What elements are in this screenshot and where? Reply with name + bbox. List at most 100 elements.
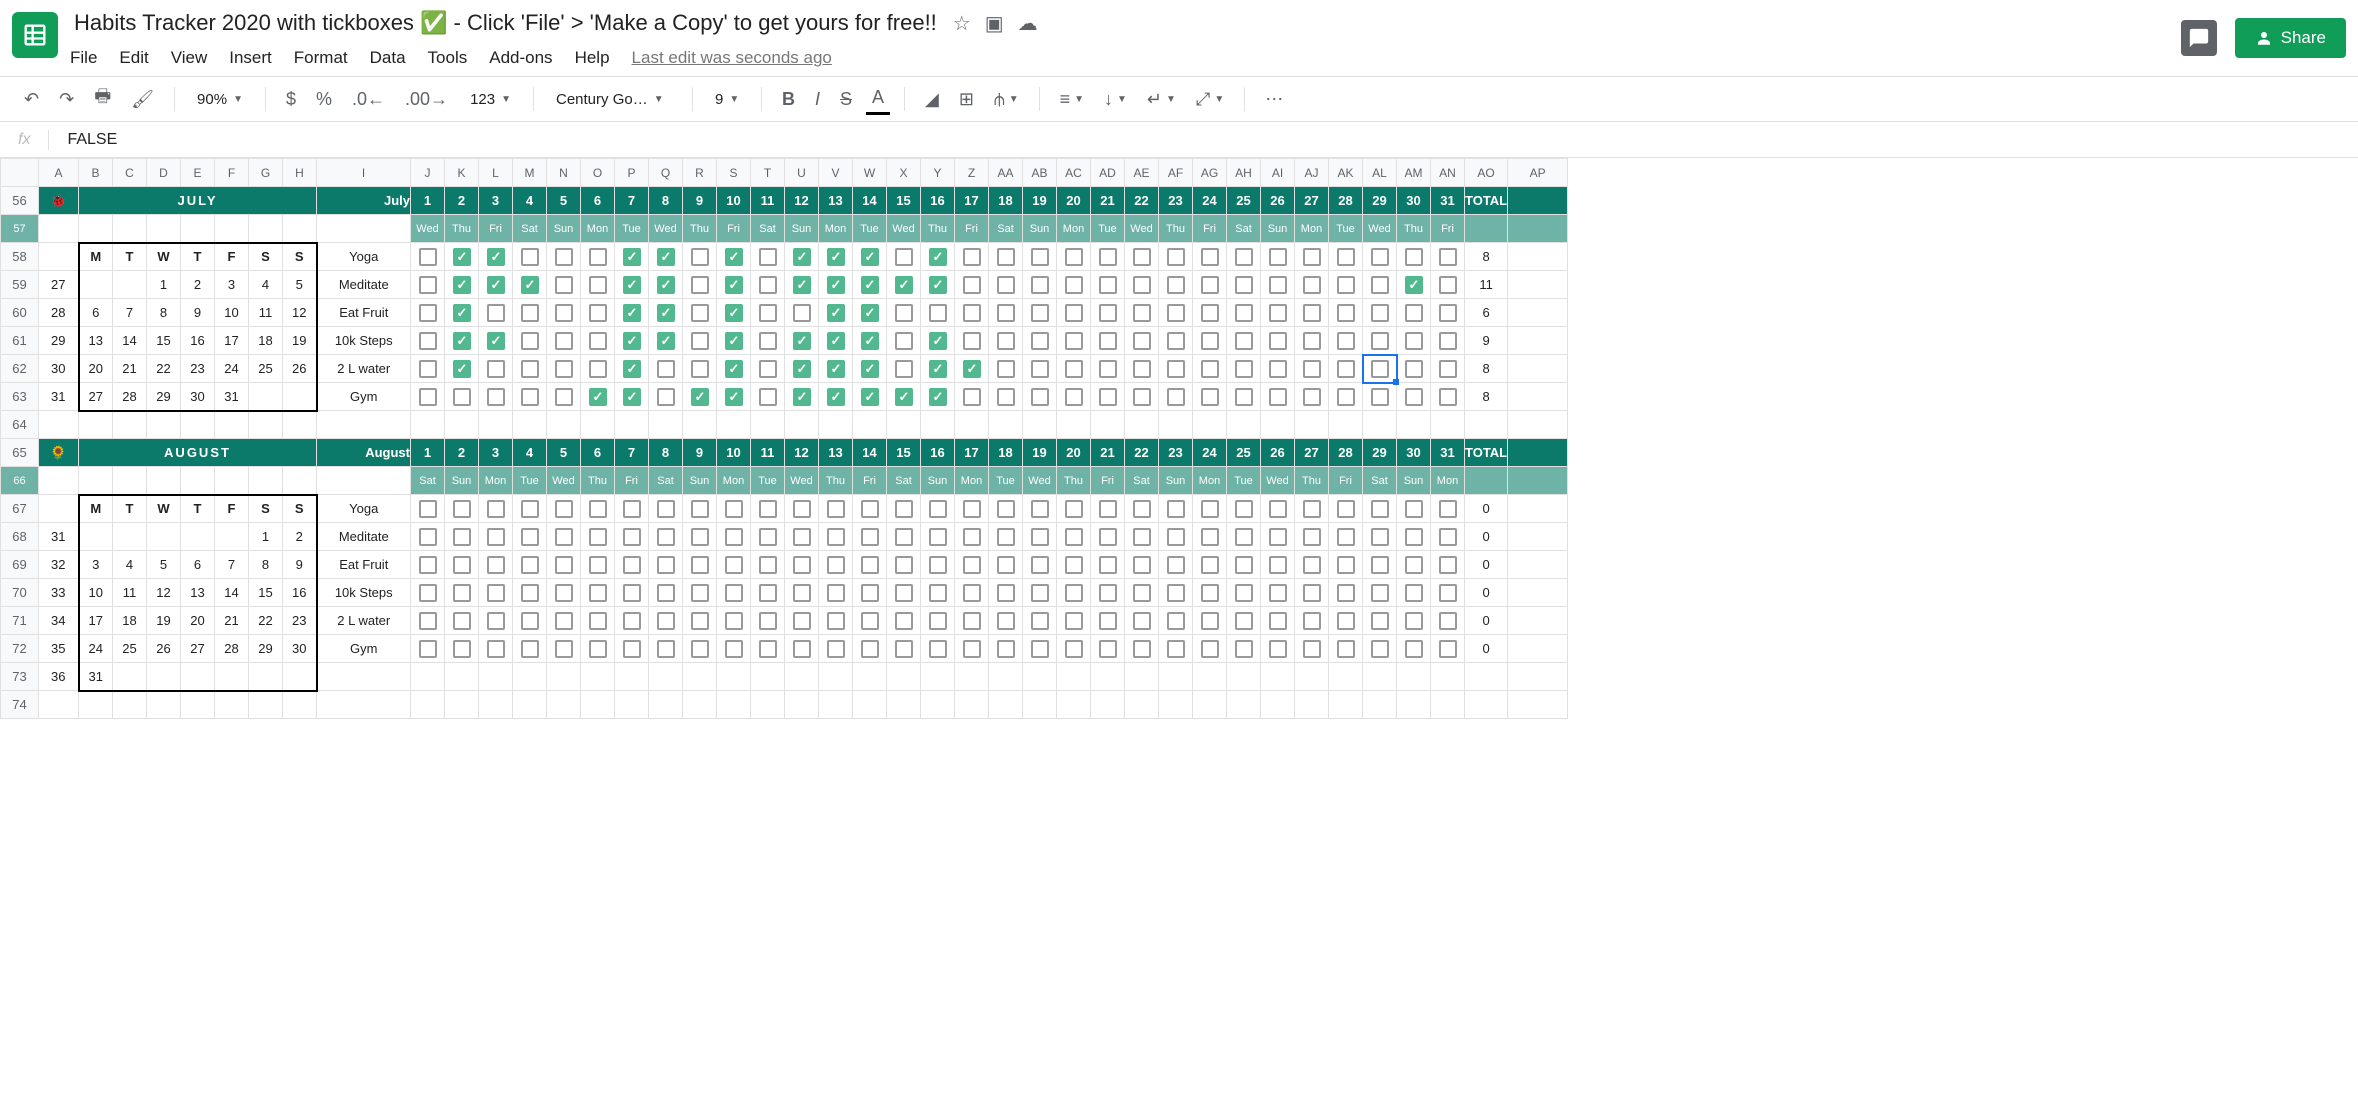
day-of-week[interactable]: Fri bbox=[1431, 215, 1465, 243]
checkbox[interactable] bbox=[1269, 248, 1287, 266]
cal-day[interactable]: 19 bbox=[283, 327, 317, 355]
day-number[interactable]: 3 bbox=[479, 439, 513, 467]
habit-checkbox-cell[interactable] bbox=[1159, 327, 1193, 355]
habit-checkbox-cell[interactable] bbox=[989, 495, 1023, 523]
cell[interactable] bbox=[283, 467, 317, 495]
checkbox[interactable] bbox=[997, 640, 1015, 658]
habit-checkbox-cell[interactable] bbox=[683, 243, 717, 271]
checkbox[interactable] bbox=[827, 528, 845, 546]
cal-day[interactable]: 28 bbox=[215, 635, 249, 663]
cell[interactable] bbox=[1508, 187, 1568, 215]
habit-checkbox-cell[interactable] bbox=[785, 383, 819, 411]
cal-day[interactable]: 21 bbox=[113, 355, 147, 383]
day-number[interactable]: 15 bbox=[887, 439, 921, 467]
habit-checkbox-cell[interactable] bbox=[1295, 551, 1329, 579]
habit-checkbox-cell[interactable] bbox=[1091, 635, 1125, 663]
row-header[interactable]: 72 bbox=[1, 635, 39, 663]
checkbox[interactable] bbox=[997, 304, 1015, 322]
habit-checkbox-cell[interactable] bbox=[887, 299, 921, 327]
checkbox[interactable] bbox=[1201, 500, 1219, 518]
checkbox[interactable] bbox=[691, 640, 709, 658]
column-header[interactable]: A bbox=[39, 159, 79, 187]
week-number[interactable]: 32 bbox=[39, 551, 79, 579]
cal-day[interactable] bbox=[249, 383, 283, 411]
habit-checkbox-cell[interactable] bbox=[921, 495, 955, 523]
checkbox[interactable] bbox=[691, 612, 709, 630]
checkbox[interactable] bbox=[997, 528, 1015, 546]
cell[interactable] bbox=[853, 663, 887, 691]
day-of-week[interactable]: Sat bbox=[1125, 467, 1159, 495]
habit-checkbox-cell[interactable] bbox=[513, 607, 547, 635]
cell[interactable] bbox=[955, 663, 989, 691]
cell[interactable] bbox=[39, 243, 79, 271]
cal-day[interactable]: 29 bbox=[249, 635, 283, 663]
cal-day[interactable] bbox=[249, 663, 283, 691]
habit-checkbox-cell[interactable] bbox=[547, 383, 581, 411]
checkbox[interactable] bbox=[657, 276, 675, 294]
cal-day[interactable]: 30 bbox=[283, 635, 317, 663]
habit-checkbox-cell[interactable] bbox=[1295, 579, 1329, 607]
day-number[interactable]: 18 bbox=[989, 187, 1023, 215]
habit-checkbox-cell[interactable] bbox=[1261, 327, 1295, 355]
cell[interactable] bbox=[683, 691, 717, 719]
habit-checkbox-cell[interactable] bbox=[479, 495, 513, 523]
cal-day[interactable]: 5 bbox=[283, 271, 317, 299]
checkbox[interactable] bbox=[1065, 248, 1083, 266]
cell[interactable] bbox=[1508, 607, 1568, 635]
habit-checkbox-cell[interactable] bbox=[853, 243, 887, 271]
habit-checkbox-cell[interactable] bbox=[853, 299, 887, 327]
checkbox[interactable] bbox=[1371, 360, 1389, 378]
cell[interactable] bbox=[1465, 215, 1508, 243]
cell[interactable] bbox=[79, 691, 113, 719]
checkbox[interactable] bbox=[1065, 612, 1083, 630]
habit-checkbox-cell[interactable] bbox=[751, 495, 785, 523]
week-number[interactable]: 31 bbox=[39, 523, 79, 551]
cal-day[interactable]: 3 bbox=[215, 271, 249, 299]
cell[interactable] bbox=[1508, 439, 1568, 467]
cell[interactable] bbox=[1159, 663, 1193, 691]
cal-day[interactable]: 16 bbox=[181, 327, 215, 355]
column-header[interactable]: X bbox=[887, 159, 921, 187]
checkbox[interactable] bbox=[1133, 332, 1151, 350]
cell[interactable] bbox=[819, 663, 853, 691]
checkbox[interactable] bbox=[997, 248, 1015, 266]
column-header[interactable]: AP bbox=[1508, 159, 1568, 187]
habit-checkbox-cell[interactable] bbox=[887, 607, 921, 635]
cell[interactable] bbox=[547, 691, 581, 719]
habit-checkbox-cell[interactable] bbox=[1125, 271, 1159, 299]
cal-day[interactable]: 14 bbox=[113, 327, 147, 355]
habit-checkbox-cell[interactable] bbox=[1261, 495, 1295, 523]
habit-checkbox-cell[interactable] bbox=[1261, 243, 1295, 271]
habit-checkbox-cell[interactable] bbox=[989, 523, 1023, 551]
checkbox[interactable] bbox=[589, 388, 607, 406]
checkbox[interactable] bbox=[1303, 360, 1321, 378]
day-of-week[interactable]: Sun bbox=[445, 467, 479, 495]
checkbox[interactable] bbox=[1065, 640, 1083, 658]
checkbox[interactable] bbox=[1269, 500, 1287, 518]
cal-day[interactable]: 4 bbox=[249, 271, 283, 299]
menu-insert[interactable]: Insert bbox=[229, 48, 272, 68]
checkbox[interactable] bbox=[997, 388, 1015, 406]
cell[interactable] bbox=[1125, 663, 1159, 691]
checkbox[interactable] bbox=[1031, 556, 1049, 574]
checkbox[interactable] bbox=[1269, 640, 1287, 658]
cell[interactable] bbox=[1261, 663, 1295, 691]
habit-checkbox-cell[interactable] bbox=[955, 495, 989, 523]
cell[interactable] bbox=[1295, 663, 1329, 691]
checkbox[interactable] bbox=[963, 360, 981, 378]
checkbox[interactable] bbox=[997, 276, 1015, 294]
habit-checkbox-cell[interactable] bbox=[513, 355, 547, 383]
column-header[interactable]: AA bbox=[989, 159, 1023, 187]
cell[interactable] bbox=[1431, 411, 1465, 439]
habit-checkbox-cell[interactable] bbox=[785, 327, 819, 355]
day-of-week[interactable]: Sat bbox=[1363, 467, 1397, 495]
day-of-week[interactable]: Thu bbox=[581, 467, 615, 495]
checkbox[interactable] bbox=[861, 248, 879, 266]
checkbox[interactable] bbox=[623, 640, 641, 658]
habit-checkbox-cell[interactable] bbox=[853, 327, 887, 355]
day-number[interactable]: 18 bbox=[989, 439, 1023, 467]
checkbox[interactable] bbox=[1303, 500, 1321, 518]
habit-checkbox-cell[interactable] bbox=[547, 327, 581, 355]
day-number[interactable]: 30 bbox=[1397, 439, 1431, 467]
habit-checkbox-cell[interactable] bbox=[989, 579, 1023, 607]
